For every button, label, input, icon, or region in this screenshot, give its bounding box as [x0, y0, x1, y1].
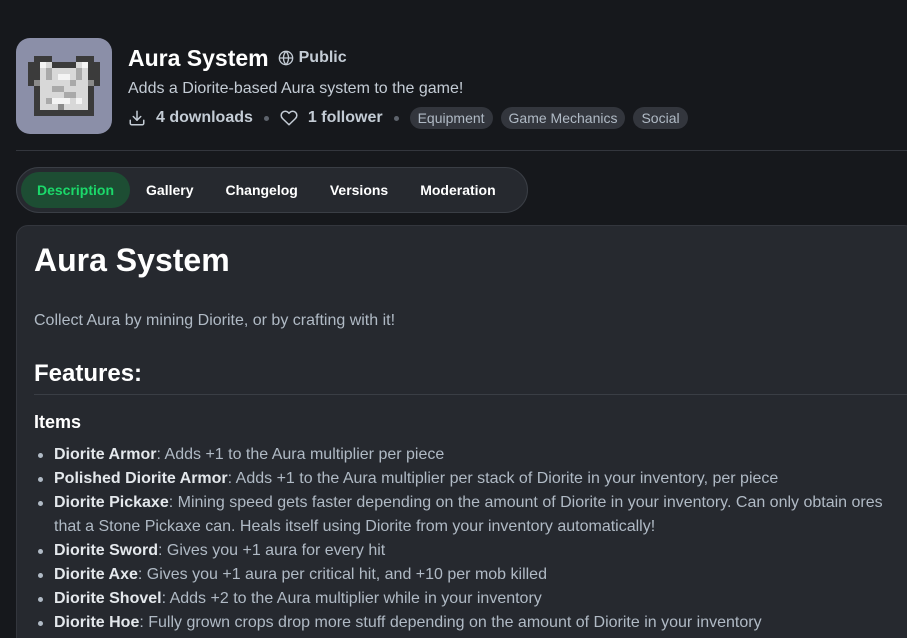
- item-text: : Fully grown crops drop more stuff depe…: [139, 614, 762, 631]
- item-name: Diorite Axe: [54, 566, 138, 583]
- tab-description[interactable]: Description: [21, 172, 131, 208]
- item-text: : Gives you +1 aura for every hit: [158, 542, 386, 559]
- tag-equipment[interactable]: Equipment: [409, 107, 493, 129]
- list-item: Diorite Axe: Gives you +1 aura per criti…: [38, 563, 907, 587]
- title-row: Aura System Public: [128, 44, 907, 72]
- project-header: Aura System Public Adds a Diorite-based …: [16, 38, 907, 134]
- item-text: : Adds +1 to the Aura multiplier per pie…: [156, 446, 445, 463]
- visibility-label: Public: [298, 49, 347, 66]
- heart-icon: [280, 110, 298, 126]
- globe-icon: [278, 50, 293, 66]
- download-icon: [129, 110, 145, 126]
- item-name: Diorite Pickaxe: [54, 494, 169, 511]
- diorite-chestplate-icon: [16, 38, 112, 134]
- description-card: Aura System Collect Aura by mining Diori…: [16, 225, 907, 638]
- header-divider: [16, 150, 907, 151]
- tab-gallery[interactable]: Gallery: [130, 172, 209, 208]
- visibility-badge: Public: [278, 49, 347, 67]
- item-text: : Mining speed gets faster depending on …: [54, 494, 883, 535]
- items-list: Diorite Armor: Adds +1 to the Aura multi…: [34, 443, 907, 635]
- features-heading: Features:: [34, 360, 907, 395]
- description-heading: Aura System: [34, 242, 230, 278]
- item-name: Diorite Armor: [54, 446, 157, 463]
- item-text: : Adds +2 to the Aura multiplier while i…: [161, 590, 542, 607]
- downloads-stat: 4 downloads: [128, 109, 253, 127]
- item-name: Polished Diorite Armor: [54, 470, 228, 487]
- list-item: Diorite Armor: Adds +1 to the Aura multi…: [38, 443, 907, 467]
- description-intro: Collect Aura by mining Diorite, or by cr…: [34, 312, 396, 329]
- items-heading: Items: [34, 412, 82, 432]
- list-item: Diorite Pickaxe: Mining speed gets faste…: [38, 491, 907, 539]
- project-summary: Adds a Diorite-based Aura system to the …: [128, 80, 464, 97]
- tag-social[interactable]: Social: [633, 107, 688, 129]
- tab-moderation[interactable]: Moderation: [404, 172, 511, 208]
- project-title: Aura System: [128, 44, 269, 71]
- tag-game-mechanics[interactable]: Game Mechanics: [500, 107, 626, 129]
- tab-versions[interactable]: Versions: [314, 172, 404, 208]
- project-info: Aura System Public Adds a Diorite-based …: [128, 44, 907, 130]
- item-name: Diorite Sword: [54, 542, 159, 559]
- list-item: Diorite Shovel: Adds +2 to the Aura mult…: [38, 587, 907, 611]
- item-name: Diorite Shovel: [54, 590, 162, 607]
- stats-row: 4 downloads 1 follower Equipment Game Me…: [128, 106, 907, 130]
- list-item: Diorite Sword: Gives you +1 aura for eve…: [38, 539, 907, 563]
- list-item: Polished Diorite Armor: Adds +1 to the A…: [38, 467, 907, 491]
- item-text: : Gives you +1 aura per critical hit, an…: [137, 566, 547, 583]
- item-text: : Adds +1 to the Aura multiplier per sta…: [227, 470, 779, 487]
- followers-count: 1 follower: [307, 109, 383, 126]
- project-tabs: Description Gallery Changelog Versions M…: [16, 167, 528, 213]
- list-item: Diorite Hoe: Fully grown crops drop more…: [38, 611, 907, 635]
- separator-dot: [263, 115, 269, 121]
- followers-stat: 1 follower: [280, 109, 383, 127]
- downloads-count: 4 downloads: [156, 109, 253, 126]
- tab-changelog[interactable]: Changelog: [210, 172, 314, 208]
- item-name: Diorite Hoe: [54, 614, 140, 631]
- separator-dot: [393, 115, 399, 121]
